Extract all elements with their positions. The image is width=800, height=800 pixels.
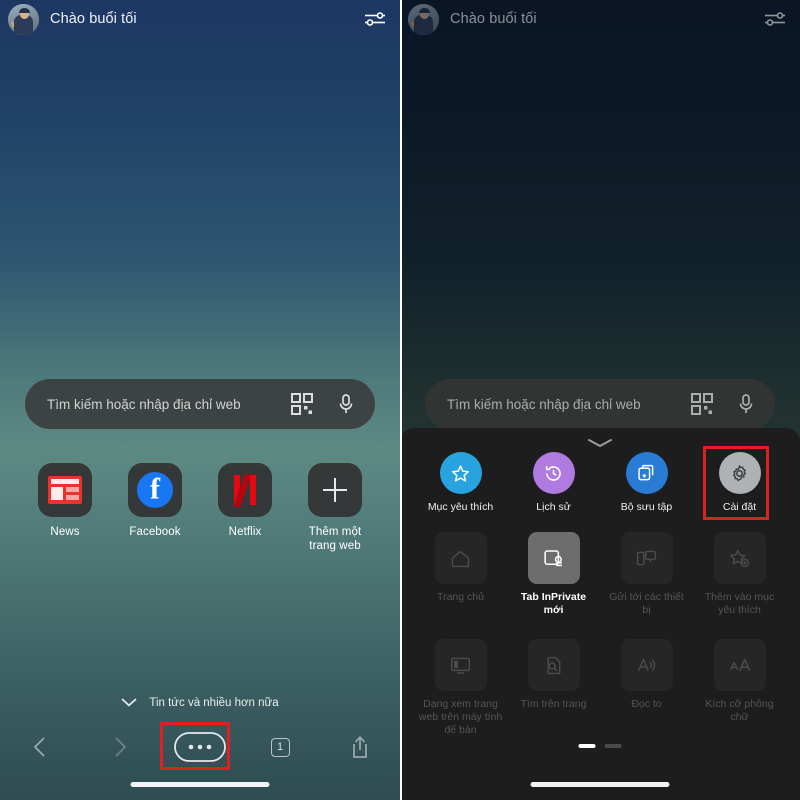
desktop-site-icon <box>434 639 487 691</box>
home-icon <box>434 532 487 584</box>
menu-item-label: Dạng xem trang web trên máy tính để bàn <box>418 698 503 736</box>
search-bar[interactable]: Tìm kiếm hoặc nhập địa chỉ web <box>25 379 375 429</box>
greeting-text: Chào buổi tối <box>50 11 137 27</box>
plus-icon <box>308 463 362 517</box>
microphone-icon[interactable] <box>735 393 757 415</box>
tab-count-badge: 1 <box>270 737 290 757</box>
share-icon <box>353 735 367 758</box>
chevron-right-icon <box>115 737 127 757</box>
sliders-icon[interactable] <box>764 10 786 28</box>
search-input[interactable]: Tìm kiếm hoặc nhập địa chỉ web <box>47 397 291 412</box>
menu-item-collections[interactable]: Bộ sưu tập <box>600 452 693 514</box>
menu-grid-row-2: Dạng xem trang web trên máy tính để bàn … <box>400 639 800 737</box>
forward-button[interactable] <box>80 736 160 758</box>
shortcut-netflix[interactable]: Netflix <box>206 463 284 553</box>
sheet-page-indicator[interactable] <box>578 744 622 748</box>
menu-item-favorites[interactable]: Mục yêu thích <box>414 452 507 514</box>
menu-item-new-inprivate-tab[interactable]: Tab InPrivate mới <box>507 532 600 617</box>
chevron-down-icon <box>121 694 137 712</box>
sliders-icon[interactable] <box>364 10 386 28</box>
news-icon <box>38 463 92 517</box>
menu-item-font-size[interactable]: Kích cỡ phông chữ <box>693 639 786 737</box>
read-aloud-icon <box>620 639 673 691</box>
left-top-bar: Chào buổi tối <box>0 0 400 38</box>
menu-item-label: Cài đặt <box>722 501 757 513</box>
menu-item-label: Mục yêu thích <box>427 501 494 513</box>
user-avatar[interactable] <box>408 3 439 35</box>
chevron-left-icon <box>33 737 45 757</box>
tab-counter-button[interactable]: 1 <box>240 737 320 757</box>
add-favorite-icon <box>713 532 766 584</box>
page-dot-1[interactable] <box>578 744 596 748</box>
chevron-down-handle-icon[interactable] <box>585 435 615 448</box>
shortcut-label: News <box>50 526 80 538</box>
netflix-icon <box>218 463 272 517</box>
home-indicator <box>130 782 270 787</box>
ellipsis-icon <box>174 732 226 762</box>
shortcut-grid: News Facebook Netflix Thêm một trang web <box>26 463 374 553</box>
menu-item-find-in-page[interactable]: Tìm trên trang <box>507 639 600 737</box>
menu-item-desktop-site[interactable]: Dạng xem trang web trên máy tính để bàn <box>414 639 507 737</box>
history-icon <box>532 452 575 494</box>
qr-code-icon[interactable] <box>691 393 713 415</box>
shortcut-news[interactable]: News <box>26 463 104 553</box>
font-size-icon <box>713 639 766 691</box>
home-indicator <box>530 782 670 787</box>
menu-item-read-aloud[interactable]: Đọc to <box>600 639 693 737</box>
star-icon <box>439 452 482 494</box>
menu-item-label: Thêm vào mục yêu thích <box>704 591 775 616</box>
menu-item-label: Đọc to <box>631 698 662 710</box>
menu-quick-row: Mục yêu thích Lịch sử Bộ sưu tập Cài đặt <box>400 452 800 514</box>
menu-grid-row-1: Trang chủ Tab InPrivate mới Gửi tới các … <box>400 532 800 617</box>
left-phone-screen: Chào buổi tối Tìm kiếm hoặc nhập địa chỉ… <box>0 0 400 800</box>
menu-item-label: Tìm trên trang <box>520 698 587 710</box>
find-in-page-icon <box>527 639 580 691</box>
news-feed-label: Tin tức và nhiều hơn nữa <box>149 697 279 709</box>
shortcut-label: Facebook <box>129 526 181 538</box>
menu-item-label: Gửi tới các thiết bị <box>609 591 684 616</box>
screenshot-stage: Chào buổi tối Tìm kiếm hoặc nhập địa chỉ… <box>0 0 800 800</box>
menu-item-history[interactable]: Lịch sử <box>507 452 600 514</box>
right-phone-screen: Chào buổi tối Tìm kiếm hoặc nhập địa chỉ… <box>400 0 800 800</box>
search-input[interactable]: Tìm kiếm hoặc nhập địa chỉ web <box>447 397 691 412</box>
page-dot-2[interactable] <box>604 744 622 748</box>
more-menu-sheet: Mục yêu thích Lịch sử Bộ sưu tập Cài đặt… <box>400 428 800 800</box>
right-top-bar: Chào buổi tối <box>400 0 800 38</box>
qr-code-icon[interactable] <box>291 393 313 415</box>
left-bottom-nav: 1 <box>0 723 400 771</box>
menu-item-home[interactable]: Trang chủ <box>414 532 507 617</box>
inprivate-tab-icon <box>527 532 580 584</box>
shortcut-facebook[interactable]: Facebook <box>116 463 194 553</box>
microphone-icon[interactable] <box>335 393 357 415</box>
menu-item-send-to-devices[interactable]: Gửi tới các thiết bị <box>600 532 693 617</box>
collections-icon <box>625 452 668 494</box>
menu-item-label: Tab InPrivate mới <box>520 591 587 616</box>
share-button[interactable] <box>320 735 400 759</box>
menu-item-label: Bộ sưu tập <box>620 501 673 513</box>
more-menu-button[interactable] <box>160 732 240 762</box>
shortcut-add-site[interactable]: Thêm một trang web <box>296 463 374 553</box>
user-avatar[interactable] <box>8 3 39 35</box>
menu-item-settings[interactable]: Cài đặt <box>693 452 786 514</box>
menu-item-label: Lịch sử <box>536 501 571 513</box>
greeting-text: Chào buổi tối <box>450 11 537 27</box>
send-to-devices-icon <box>620 532 673 584</box>
menu-rows: Mục yêu thích Lịch sử Bộ sưu tập Cài đặt… <box>400 448 800 737</box>
menu-item-label: Kích cỡ phông chữ <box>705 698 774 723</box>
shortcut-label: Netflix <box>228 526 262 538</box>
facebook-icon <box>128 463 182 517</box>
news-feed-toggle[interactable]: Tin tức và nhiều hơn nữa <box>0 694 400 712</box>
panel-divider <box>400 0 402 800</box>
shortcut-label: Thêm một trang web <box>308 526 362 552</box>
back-button[interactable] <box>0 736 80 758</box>
menu-item-add-to-favorites[interactable]: Thêm vào mục yêu thích <box>693 532 786 617</box>
search-bar[interactable]: Tìm kiếm hoặc nhập địa chỉ web <box>425 379 775 429</box>
menu-item-label: Trang chủ <box>437 591 484 603</box>
gear-icon <box>718 452 761 494</box>
